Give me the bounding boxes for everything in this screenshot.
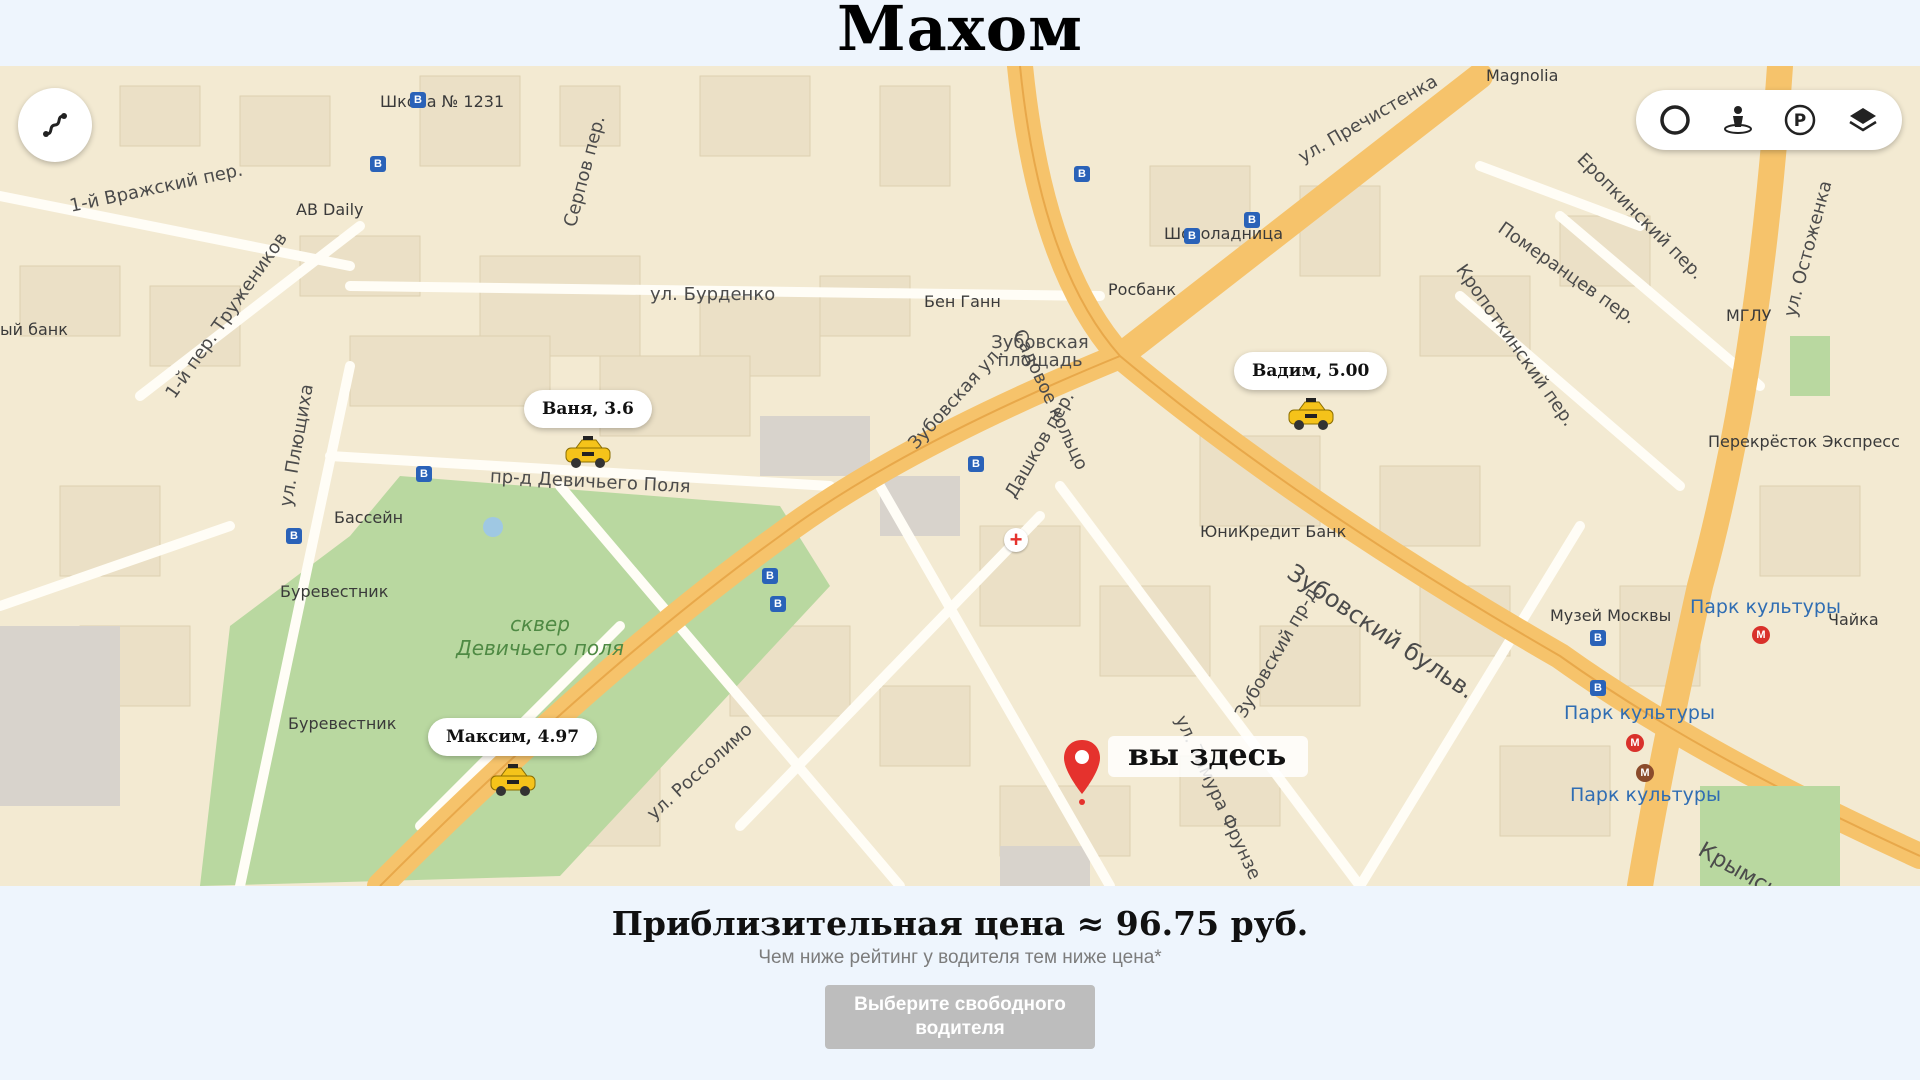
location-pin-icon [1064,740,1100,805]
driver-label: Максим, 4.97 [428,718,598,756]
driver-label: Ваня, 3.6 [524,390,652,428]
transit-stop-icon: B [762,568,778,584]
poi-label-muzey: Музей Москвы [1550,606,1672,625]
estimated-price: Приблизительная цена ≈ 96.75 руб. [611,904,1309,943]
poi-label-burevestnik-2: Буревестник [288,714,397,733]
transit-stop-icon: B [1590,630,1606,646]
current-location-marker: вы здесь [1062,736,1309,808]
driver-label: Вадим, 5.00 [1234,352,1388,390]
choose-driver-button[interactable]: Выберите свободного водителя [825,985,1095,1049]
poi-label-perekrestok: Перекрёсток Экспресс [1708,432,1900,451]
metro-icon: M [1752,626,1770,644]
svg-text:P: P [1794,111,1806,131]
poi-label-school: Школа № 1231 [380,92,505,111]
transit-stop-icon: B [1244,212,1260,228]
taxi-icon [487,764,539,803]
poi-label-park-kultury-3: Парк культуры [1570,784,1721,806]
transit-stop-icon: B [1074,166,1090,182]
poi-label-magnolia: Magnolia [1486,66,1559,85]
poi-label-ab-daily: AB Daily [296,200,364,219]
metro-icon: M [1636,764,1654,782]
poi-label-shokoladnitsa: Шоколадница [1164,224,1283,243]
poi-label-burevestnik: Буревестник [280,582,389,601]
transit-stop-icon: B [968,456,984,472]
poi-label-park-kultury: Парк культуры [1690,596,1841,618]
street-label-zubovskaya-ploshchad: Зубовская площадь [991,332,1089,371]
poi-label-bank: ый банк [0,320,68,339]
poi-label-ben-gann: Бен Ганн [924,292,1001,311]
route-button[interactable] [18,88,92,162]
transit-stop-icon: B [770,596,786,612]
parking-button[interactable]: P [1778,98,1822,142]
rating-note: Чем ниже рейтинг у водителя тем ниже цен… [758,947,1162,968]
route-icon [43,113,67,137]
traffic-button[interactable] [1653,98,1697,142]
price-panel: Приблизительная цена ≈ 96.75 руб. Чем ни… [0,886,1920,1080]
transit-stop-icon: B [410,92,426,108]
map-view[interactable]: Садовое кольцо Зубовский бульв. пр-д Дев… [0,66,1920,886]
poi-label-chayka: Чайка [1828,610,1879,629]
transit-stop-icon: B [416,466,432,482]
transit-stop-icon: B [370,156,386,172]
poi-label-park-kultury-2: Парк культуры [1564,702,1715,724]
driver-marker-maksim[interactable]: Максим, 4.97 [428,718,598,803]
taxi-icon [1285,398,1337,437]
transit-stop-icon: B [1184,228,1200,244]
you-here-label: вы здесь [1108,736,1309,777]
panorama-person-icon [1723,106,1752,134]
driver-marker-vanya[interactable]: Ваня, 3.6 [524,390,652,475]
taxi-icon [562,436,614,475]
layers-icon [1849,108,1877,132]
poi-label-basseyn: Бассейн [334,508,404,527]
transit-stop-icon: B [1590,680,1606,696]
poi-label-rosbank: Росбанк [1108,280,1177,299]
panorama-button[interactable] [1716,98,1760,142]
layers-button[interactable] [1841,98,1885,142]
transit-stop-icon: B [286,528,302,544]
street-label-burdenko: ул. Бурденко [650,284,776,305]
poi-label-unicredit: ЮниКредит Банк [1200,522,1347,541]
park-label: сквер Девичьего поля [456,612,624,660]
traffic-icon [1660,105,1690,135]
metro-icon: M [1626,734,1644,752]
driver-marker-vadim[interactable]: Вадим, 5.00 [1234,352,1388,437]
hospital-icon: + [1004,528,1028,552]
parking-icon: P [1785,104,1816,136]
map-controls-bar: P [1636,90,1902,150]
app-title: Махом [837,0,1083,65]
poi-label-mglu: МГЛУ [1726,306,1772,325]
